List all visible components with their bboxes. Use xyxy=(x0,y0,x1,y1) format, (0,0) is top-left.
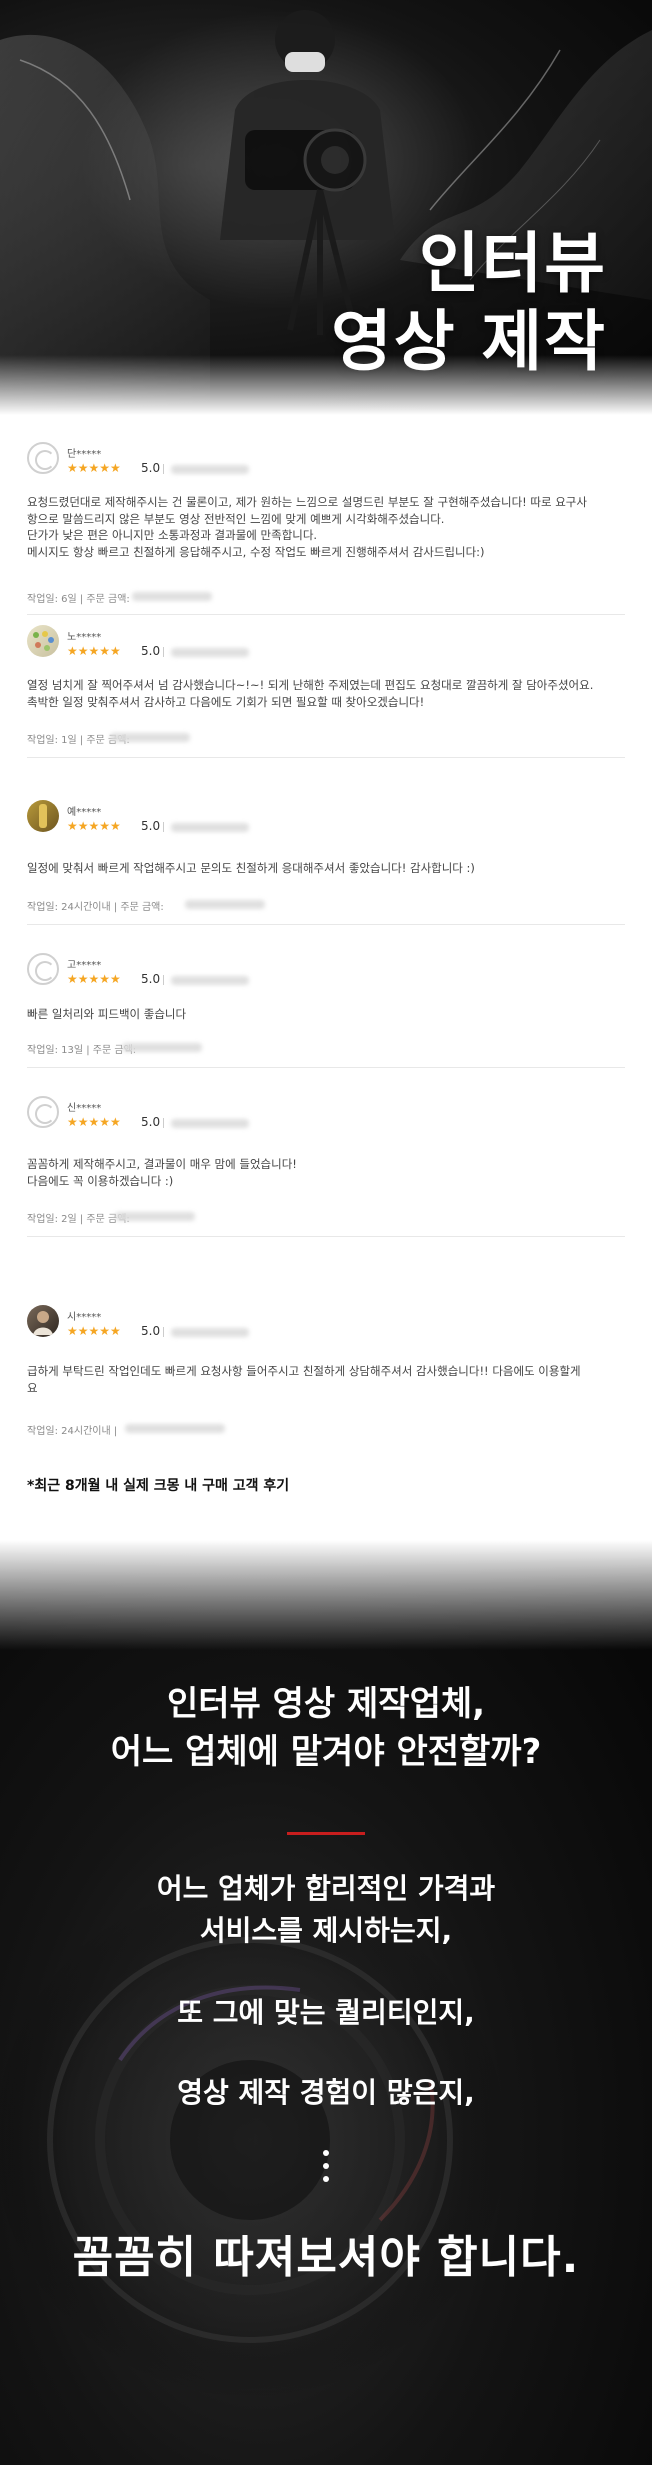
cta-section: 인터뷰 영상 제작업체, 어느 업체에 맡겨야 안전할까? 어느 업체가 합리적… xyxy=(0,1540,652,2465)
reviewer-name: 고***** xyxy=(67,960,102,971)
accent-divider xyxy=(287,1832,365,1835)
hero-title-line1: 인터뷰 xyxy=(418,225,607,302)
ellipsis-dots xyxy=(318,2150,334,2189)
blurred-price xyxy=(122,1043,202,1052)
review-item: 신***** ★★★★★ 5.0 꼼꼼하게 제작해주시고, 결과물이 매우 맘에… xyxy=(0,1096,652,1237)
rating-score: 5.0 xyxy=(141,461,161,475)
review-item: 시***** ★★★★★ 5.0 급하게 부탁드린 작업인데도 빠르게 요청사항… xyxy=(0,1305,652,1445)
review-divider xyxy=(27,1236,625,1237)
point1-line2: 서비스를 제시하는지, xyxy=(199,1914,453,1947)
reviewer-name: 노***** xyxy=(67,632,102,643)
blurred-price xyxy=(110,733,190,742)
review-item: 예***** ★★★★★ 5.0 일정에 맞춰서 빠르게 작업해주시고 문의도 … xyxy=(0,800,652,925)
star-rating: ★★★★★ xyxy=(67,1115,121,1129)
star-rating: ★★★★★ xyxy=(67,644,121,658)
star-rating: ★★★★★ xyxy=(67,972,121,986)
rating-score: 5.0 xyxy=(141,972,161,986)
review-divider xyxy=(27,614,625,615)
reviewer-name: 신***** xyxy=(67,1103,102,1114)
point3: 영상 제작 경험이 많은지, xyxy=(177,2076,475,2109)
star-rating: ★★★★★ xyxy=(67,461,121,475)
blurred-price xyxy=(185,900,265,909)
review-item: 고***** ★★★★★ 5.0 빠른 일처리와 피드백이 좋습니다 작업일: … xyxy=(0,953,652,1068)
review-meta: 작업일: 24시간이내 | xyxy=(27,1426,118,1437)
point2: 또 그에 맞는 퀄리티인지, xyxy=(177,1996,475,2029)
divider-bar xyxy=(163,975,164,985)
review-text: 일정에 맞춰서 빠르게 작업해주시고 문의도 친절하게 응대해주셔서 좋았습니다… xyxy=(27,861,475,875)
avatar-image xyxy=(33,631,54,651)
avatar xyxy=(27,1096,59,1128)
question-line2: 어느 업체에 맡겨야 안전할까? xyxy=(110,1732,542,1772)
divider-bar xyxy=(163,1118,164,1128)
review-text: 빠른 일처리와 피드백이 좋습니다 xyxy=(27,1007,187,1021)
question-line1: 인터뷰 영상 제작업체, xyxy=(166,1684,486,1724)
blurred-date xyxy=(171,648,249,657)
reviewer-name: 예***** xyxy=(67,807,102,818)
blurred-date xyxy=(171,976,249,985)
avatar-image xyxy=(33,1311,53,1335)
rating-score: 5.0 xyxy=(141,1115,161,1129)
avatar-image xyxy=(39,804,47,828)
dot xyxy=(323,2150,329,2156)
reviewer-name: 시***** xyxy=(67,1312,102,1323)
reviewer-name: 단***** xyxy=(67,449,102,460)
review-item: 노***** ★★★★★ 5.0 열정 넘치게 잘 찍어주셔서 넘 감사했습니다… xyxy=(0,625,652,775)
review-divider xyxy=(27,924,625,925)
divider-bar xyxy=(163,464,164,474)
blurred-date xyxy=(171,823,249,832)
review-divider xyxy=(27,757,625,758)
rating-score: 5.0 xyxy=(141,1324,161,1338)
hero-banner: 인터뷰 영상 제작 xyxy=(0,0,652,415)
divider-bar xyxy=(163,822,164,832)
star-rating: ★★★★★ xyxy=(67,1324,121,1338)
avatar xyxy=(27,442,59,474)
avatar xyxy=(27,625,59,657)
review-text: 급하게 부탁드린 작업인데도 빠르게 요청사항 들어주시고 친절하게 상담해주셔… xyxy=(27,1364,581,1395)
rating-score: 5.0 xyxy=(141,644,161,658)
blurred-price xyxy=(132,592,212,601)
dot xyxy=(323,2163,329,2169)
blurred-date xyxy=(171,1119,249,1128)
divider-bar xyxy=(163,1327,164,1337)
avatar xyxy=(27,1305,59,1337)
review-item: 단***** ★★★★★ 5.0 요청드렸던대로 제작해주시는 건 물론이고, … xyxy=(0,442,652,615)
star-rating: ★★★★★ xyxy=(67,819,121,833)
hero-fade xyxy=(0,355,652,415)
review-text: 꼼꼼하게 제작해주시고, 결과물이 매우 맘에 들었습니다! 다음에도 꼭 이용… xyxy=(27,1157,297,1188)
rating-score: 5.0 xyxy=(141,819,161,833)
review-footnote: *최근 8개월 내 실제 크몽 내 구매 고객 후기 xyxy=(27,1478,290,1494)
review-divider xyxy=(27,1067,625,1068)
section-fade xyxy=(0,1540,652,1650)
review-meta: 작업일: 24시간이내 | 주문 금액: xyxy=(27,902,164,913)
avatar xyxy=(27,953,59,985)
blurred-date xyxy=(171,465,249,474)
point1-line1: 어느 업체가 합리적인 가격과 xyxy=(156,1872,496,1905)
dot xyxy=(323,2176,329,2182)
review-list: 단***** ★★★★★ 5.0 요청드렸던대로 제작해주시는 건 물론이고, … xyxy=(0,415,652,1540)
review-meta: 작업일: 6일 | 주문 금액: xyxy=(27,594,130,605)
divider-bar xyxy=(163,647,164,657)
blurred-price xyxy=(125,1424,225,1433)
review-text: 요청드렸던대로 제작해주시는 건 물론이고, 제가 원하는 느낌으로 설명드린 … xyxy=(27,495,587,559)
review-meta: 작업일: 13일 | 주문 금액: xyxy=(27,1045,137,1056)
review-text: 열정 넘치게 잘 찍어주셔서 넘 감사했습니다~!~! 되게 난해한 주제였는데… xyxy=(27,678,594,709)
blurred-date xyxy=(171,1328,249,1337)
blurred-price xyxy=(115,1212,195,1221)
final-statement: 꼼꼼히 따져보셔야 합니다. xyxy=(72,2232,580,2283)
avatar xyxy=(27,800,59,832)
